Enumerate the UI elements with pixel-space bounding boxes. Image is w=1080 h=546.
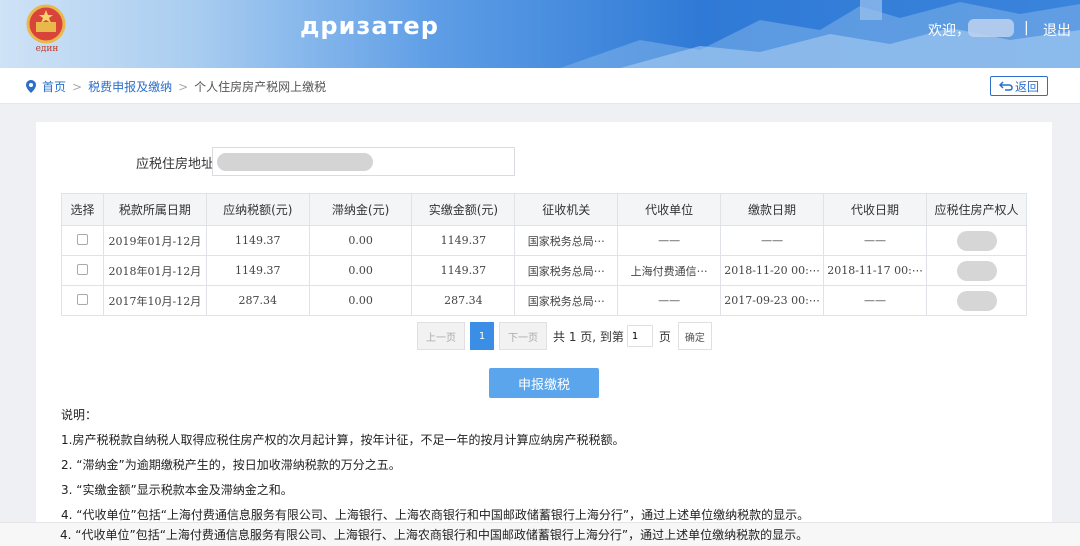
breadcrumb-bar: 首页 > 税费申报及缴纳 > 个人住房房产税网上缴税 返回 xyxy=(0,68,1080,104)
tax-records-table: 选择 税款所属日期 应纳税额(元) 滞纳金(元) 实缴金额(元) 征收机关 代收… xyxy=(61,193,1027,316)
note-item-duplicate: 4. “代收单位”包括“上海付费通信息服务有限公司、上海银行、上海农商银行和中国… xyxy=(0,522,1080,546)
cell-tax-authority: 国家税务总局⋯ xyxy=(514,225,619,256)
cell-paid-amount: 287.34 xyxy=(411,285,516,316)
col-header-period: 税款所属日期 xyxy=(102,193,207,226)
header-separator: | xyxy=(1024,20,1029,36)
notes-title: 说明： xyxy=(61,408,98,422)
breadcrumb-separator: > xyxy=(178,79,189,94)
col-header-collecting-agent: 代收单位 xyxy=(617,193,722,226)
prev-page-button[interactable]: 上一页 xyxy=(417,322,465,350)
declare-pay-button[interactable]: 申报缴税 xyxy=(489,368,599,398)
cell-late-fee: 0.00 xyxy=(308,255,413,286)
site-title: дризатер xyxy=(300,12,439,40)
cell-period: 2017年10月-12月 xyxy=(102,285,207,316)
address-field[interactable] xyxy=(212,147,515,176)
breadcrumb-current: 个人住房房产税网上缴税 xyxy=(194,80,327,94)
cell-paid-amount: 1149.37 xyxy=(411,255,516,286)
col-header-tax-authority: 征收机关 xyxy=(514,193,619,226)
col-header-owner: 应税住房产权人 xyxy=(926,193,1027,226)
cell-collecting-agent: —— xyxy=(617,225,722,256)
site-header: един дризатер 欢迎， | 退出 xyxy=(0,0,1080,68)
owner-redacted xyxy=(956,230,997,251)
cell-collecting-agent: 上海付费通信⋯ xyxy=(617,255,722,286)
logout-link[interactable]: 退出 xyxy=(1043,20,1071,40)
cell-late-fee: 0.00 xyxy=(308,285,413,316)
table-header-row: 选择 税款所属日期 应纳税额(元) 滞纳金(元) 实缴金额(元) 征收机关 代收… xyxy=(61,193,1027,226)
breadcrumb-home[interactable]: 首页 xyxy=(42,78,66,95)
cell-owner xyxy=(926,285,1027,316)
col-header-late-fee: 滞纳金(元) xyxy=(308,193,413,226)
cell-tax-due: 287.34 xyxy=(205,285,310,316)
notes-section: 说明： 1.房产税税款自纳税人取得应税住房产权的次月起计算，按年计征，不足一年的… xyxy=(61,403,809,528)
cell-collecting-agent: —— xyxy=(617,285,722,316)
welcome-text: 欢迎， xyxy=(928,23,970,39)
return-arrow-icon xyxy=(998,81,1013,91)
cell-payment-date: 2017-09-23 00:⋯ xyxy=(720,285,825,316)
cell-collection-date: —— xyxy=(823,285,928,316)
next-page-button[interactable]: 下一页 xyxy=(499,322,547,350)
page-total-text: 共 1 页, 到第 xyxy=(553,329,624,344)
cell-period: 2019年01月-12月 xyxy=(102,225,207,256)
note-item: 2. “滞纳金”为逾期缴税产生的，按日加收滞纳税款的万分之五。 xyxy=(61,458,401,472)
header-mountain-background xyxy=(560,0,1080,68)
cell-period: 2018年01月-12月 xyxy=(102,255,207,286)
cell-owner xyxy=(926,225,1027,256)
cell-payment-date: —— xyxy=(720,225,825,256)
note-item: 1.房产税税款自纳税人取得应税住房产权的次月起计算，按年计征，不足一年的按月计算… xyxy=(61,433,625,447)
note-item: 3. “实缴金额”显示税款本金及滞纳金之和。 xyxy=(61,483,293,497)
cell-collection-date: —— xyxy=(823,225,928,256)
page-unit: 页 xyxy=(658,329,671,344)
row-checkbox[interactable] xyxy=(76,233,88,245)
owner-redacted xyxy=(956,290,997,311)
address-label: 应税住房地址 xyxy=(136,157,215,172)
back-button[interactable]: 返回 xyxy=(990,76,1048,96)
national-emblem-icon xyxy=(26,4,66,44)
col-header-select: 选择 xyxy=(61,193,104,226)
table-row[interactable]: 2017年10月-12月 287.34 0.00 287.34 国家税务总局⋯ … xyxy=(61,285,1027,316)
cell-owner xyxy=(926,255,1027,286)
emblem-motto: един xyxy=(35,44,59,54)
table-row[interactable]: 2019年01月-12月 1149.37 0.00 1149.37 国家税务总局… xyxy=(61,225,1027,256)
username-redacted xyxy=(968,19,1014,37)
address-redacted xyxy=(217,153,373,171)
row-checkbox[interactable] xyxy=(76,293,88,305)
cell-late-fee: 0.00 xyxy=(308,225,413,256)
location-pin-icon xyxy=(26,80,36,93)
cell-select[interactable] xyxy=(61,225,104,256)
page-number-current[interactable]: 1 xyxy=(470,322,494,350)
cell-tax-due: 1149.37 xyxy=(205,225,310,256)
cell-select[interactable] xyxy=(61,285,104,316)
cell-paid-amount: 1149.37 xyxy=(411,225,516,256)
col-header-tax-due: 应纳税额(元) xyxy=(205,193,310,226)
col-header-collection-date: 代收日期 xyxy=(823,193,928,226)
table-row[interactable]: 2018年01月-12月 1149.37 0.00 1149.37 国家税务总局… xyxy=(61,255,1027,286)
cell-select[interactable] xyxy=(61,255,104,286)
cell-tax-authority: 国家税务总局⋯ xyxy=(514,255,619,286)
goto-confirm-button[interactable]: 确定 xyxy=(677,322,712,350)
breadcrumb-separator: > xyxy=(72,79,83,94)
breadcrumb-section[interactable]: 税费申报及缴纳 xyxy=(88,78,172,95)
main-panel: 应税住房地址 选择 税款所属日期 应纳税额(元) 滞纳金(元) 实缴金额(元) … xyxy=(36,122,1052,546)
breadcrumb: 首页 > 税费申报及缴纳 > 个人住房房产税网上缴税 xyxy=(26,78,326,95)
cell-payment-date: 2018-11-20 00:⋯ xyxy=(720,255,825,286)
pagination: 上一页 1 下一页 共 1 页, 到第 页 确定 xyxy=(417,322,712,350)
cell-tax-authority: 国家税务总局⋯ xyxy=(514,285,619,316)
row-checkbox[interactable] xyxy=(76,263,88,275)
goto-page-input[interactable] xyxy=(626,325,653,347)
cell-tax-due: 1149.37 xyxy=(205,255,310,286)
owner-redacted xyxy=(956,260,997,281)
cell-collection-date: 2018-11-17 00:⋯ xyxy=(823,255,928,286)
col-header-paid-amount: 实缴金额(元) xyxy=(411,193,516,226)
col-header-payment-date: 缴款日期 xyxy=(720,193,825,226)
back-button-label: 返回 xyxy=(1014,79,1039,94)
